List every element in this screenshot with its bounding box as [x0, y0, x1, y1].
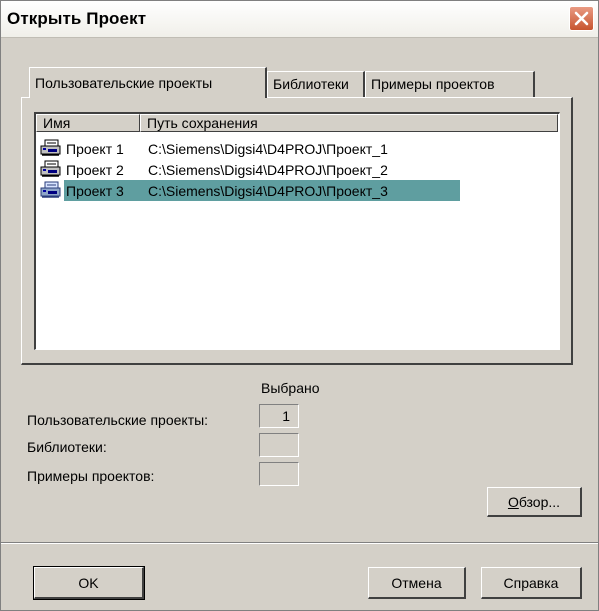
project-name: Проект 1 — [66, 141, 124, 157]
project-name: Проект 3 — [66, 183, 124, 199]
summary-libraries-label: Библиотеки: — [27, 439, 107, 455]
close-button[interactable] — [569, 6, 594, 31]
project-path: C:\Siemens\Digsi4\D4PROJ\Проект_2 — [148, 162, 388, 178]
open-project-dialog: Открыть Проект Пользовательские проекты … — [0, 0, 599, 611]
summary-samples-count — [259, 462, 299, 486]
tab-sample-projects[interactable]: Примеры проектов — [365, 71, 535, 97]
tab-libraries[interactable]: Библиотеки — [267, 71, 365, 97]
dialog-title: Открыть Проект — [7, 9, 147, 28]
project-icon — [40, 181, 61, 198]
help-button[interactable]: Справка — [481, 567, 582, 599]
summary-heading: Выбрано — [261, 380, 320, 396]
cancel-button-label: Отмена — [391, 575, 442, 591]
project-path: C:\Siemens\Digsi4\D4PROJ\Проект_3 — [148, 183, 388, 199]
list-item-project-1[interactable]: Проект 1 C:\Siemens\Digsi4\D4PROJ\Проект… — [36, 138, 556, 159]
cancel-button[interactable]: Отмена — [368, 567, 466, 599]
ok-button-label: OK — [78, 575, 99, 591]
project-icon — [40, 160, 61, 177]
tab-panel: Имя Путь сохранения Проект 1 C:\Siemens\… — [21, 97, 573, 365]
project-name: Проект 2 — [66, 162, 124, 178]
summary-user-projects-count: 1 — [259, 404, 299, 428]
help-button-label: Справка — [503, 575, 559, 591]
project-icon — [40, 139, 61, 156]
project-list[interactable]: Имя Путь сохранения Проект 1 C:\Siemens\… — [34, 112, 560, 350]
title-bar[interactable]: Открыть Проект — [1, 1, 598, 38]
column-header-path[interactable]: Путь сохранения — [140, 114, 558, 132]
summary-user-projects-label: Пользовательские проекты: — [27, 412, 209, 428]
browse-button-label: бзор... — [518, 494, 561, 510]
close-icon — [574, 11, 589, 26]
column-header-name[interactable]: Имя — [36, 114, 140, 132]
browse-button[interactable]: Обзор... — [487, 487, 582, 517]
list-item-project-3[interactable]: Проект 3 C:\Siemens\Digsi4\D4PROJ\Проект… — [64, 180, 460, 201]
tab-sample-projects-label: Примеры проектов — [371, 76, 495, 92]
list-item-project-2[interactable]: Проект 2 C:\Siemens\Digsi4\D4PROJ\Проект… — [36, 159, 556, 180]
tab-user-projects-label: Пользовательские проекты — [35, 75, 213, 91]
browse-button-mnemonic: О — [507, 494, 519, 510]
summary-libraries-count — [259, 433, 299, 457]
summary-samples-label: Примеры проектов: — [27, 468, 155, 484]
tab-libraries-label: Библиотеки — [273, 76, 349, 92]
column-header-path-label: Путь сохранения — [147, 115, 258, 131]
tab-user-projects[interactable]: Пользовательские проекты — [29, 67, 267, 98]
separator — [1, 542, 598, 544]
ok-button[interactable]: OK — [33, 566, 145, 600]
column-header-name-label: Имя — [43, 115, 71, 131]
project-path: C:\Siemens\Digsi4\D4PROJ\Проект_1 — [148, 141, 388, 157]
